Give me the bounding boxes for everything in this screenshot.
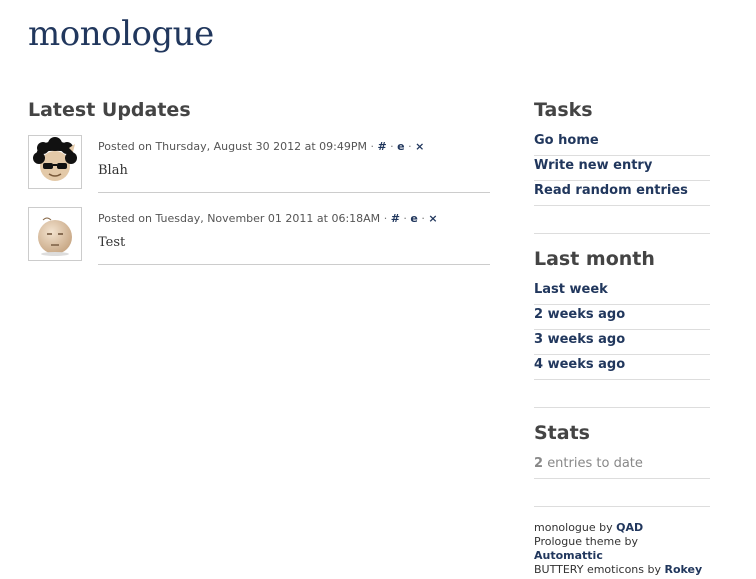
latest-updates-heading: Latest Updates	[28, 99, 191, 121]
stats-section: Stats 2 entries to date	[534, 422, 710, 479]
post-item: Posted on Tuesday, November 01 2011 at 0…	[28, 207, 490, 279]
site-title[interactable]: monologue	[28, 14, 214, 54]
stats-heading: Stats	[534, 422, 590, 444]
entries-count-number: 2	[534, 456, 544, 471]
separator: ·	[408, 140, 412, 153]
separator: ·	[370, 140, 374, 153]
sidebar: Tasks Go home Write new entry Read rando…	[534, 99, 710, 577]
separator: ·	[421, 212, 425, 225]
task-link-write-new-entry[interactable]: Write new entry	[534, 158, 652, 173]
delete-link[interactable]: ×	[428, 212, 437, 225]
divider	[534, 407, 710, 408]
credit-link-automattic[interactable]: Automattic	[534, 549, 603, 562]
entries-count: 2 entries to date	[534, 454, 710, 479]
delete-link[interactable]: ×	[415, 140, 424, 153]
last-month-heading: Last month	[534, 248, 655, 270]
tasks-section: Tasks Go home Write new entry Read rando…	[534, 99, 710, 206]
archive-link-3-weeks-ago[interactable]: 3 weeks ago	[534, 332, 625, 347]
avatar	[28, 207, 82, 261]
permalink-link[interactable]: #	[391, 212, 400, 225]
edit-link[interactable]: e	[397, 140, 404, 153]
post-item: Posted on Thursday, August 30 2012 at 09…	[28, 135, 490, 207]
post-body: Posted on Tuesday, November 01 2011 at 0…	[98, 207, 490, 265]
edit-link[interactable]: e	[410, 212, 417, 225]
credit-line-1: monologue by	[534, 521, 613, 534]
post-date: Posted on Thursday, August 30 2012 at 09…	[98, 140, 367, 153]
bald-smiley-emoticon-icon	[38, 217, 72, 256]
afro-sunglasses-emoticon-icon	[33, 137, 77, 181]
tasks-heading: Tasks	[534, 99, 593, 121]
post-meta: Posted on Tuesday, November 01 2011 at 0…	[98, 212, 438, 225]
post-body: Posted on Thursday, August 30 2012 at 09…	[98, 135, 490, 193]
permalink-link[interactable]: #	[377, 140, 386, 153]
task-link-read-random-entries[interactable]: Read random entries	[534, 183, 688, 198]
archive-link-last-week[interactable]: Last week	[534, 282, 608, 297]
task-link-go-home[interactable]: Go home	[534, 133, 599, 148]
credits: monologue by QAD Prologue theme by Autom…	[534, 521, 710, 577]
post-date: Posted on Tuesday, November 01 2011 at 0…	[98, 212, 381, 225]
post-content: Blah	[98, 163, 128, 178]
main-content: Latest Updates Posted on Thursday, Augus…	[28, 99, 490, 279]
archive-link-4-weeks-ago[interactable]: 4 weeks ago	[534, 357, 625, 372]
divider	[534, 233, 710, 234]
archive-link-2-weeks-ago[interactable]: 2 weeks ago	[534, 307, 625, 322]
credit-line-3: BUTTERY emoticons by	[534, 563, 661, 576]
avatar	[28, 135, 82, 189]
credit-line-2: Prologue theme by	[534, 535, 638, 548]
separator: ·	[383, 212, 388, 225]
post-content: Test	[98, 235, 126, 250]
separator: ·	[403, 212, 407, 225]
divider	[534, 506, 710, 507]
post-meta: Posted on Thursday, August 30 2012 at 09…	[98, 140, 424, 153]
separator: ·	[390, 140, 394, 153]
credit-link-qad[interactable]: QAD	[616, 521, 643, 534]
last-month-section: Last month Last week 2 weeks ago 3 weeks…	[534, 248, 710, 380]
credit-link-rokey[interactable]: Rokey	[665, 563, 703, 576]
entries-count-label: entries to date	[547, 456, 643, 471]
